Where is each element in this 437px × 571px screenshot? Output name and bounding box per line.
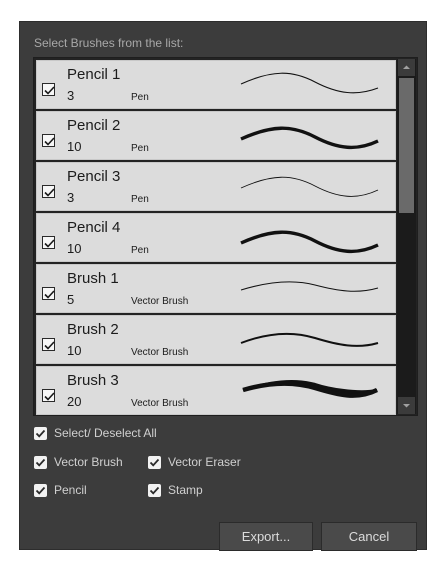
brush-size: 10 — [67, 241, 82, 256]
brush-item-brush-3[interactable]: Brush 3 20 Vector Brush — [36, 366, 396, 415]
brush-type: Vector Brush — [131, 296, 189, 307]
scroll-down-button[interactable] — [398, 397, 415, 414]
stroke-preview — [240, 230, 379, 254]
brush-type: Pen — [131, 245, 149, 256]
brush-list[interactable]: Pencil 1 3 Pen Pencil 2 10 Pen Pencil 3 — [33, 57, 418, 416]
check-icon — [149, 486, 160, 495]
check-icon — [44, 239, 55, 248]
vector-eraser-checkbox[interactable]: Vector Eraser — [148, 455, 258, 471]
brush-item-pencil-3[interactable]: Pencil 3 3 Pen — [36, 162, 396, 211]
brush-size: 10 — [67, 343, 82, 358]
cancel-button[interactable]: Cancel — [321, 522, 417, 551]
pencil-label: Pencil — [54, 483, 87, 497]
stamp-checkbox[interactable]: Stamp — [148, 483, 218, 499]
brush-size: 10 — [67, 139, 82, 154]
brush-type: Vector Brush — [131, 398, 189, 409]
checkbox-box — [34, 484, 47, 497]
brush-type: Pen — [131, 194, 149, 205]
brush-type: Pen — [131, 143, 149, 154]
brush-item-brush-1[interactable]: Brush 1 5 Vector Brush — [36, 264, 396, 313]
brush-size: 5 — [67, 292, 75, 307]
brush-name: Pencil 1 — [67, 66, 121, 83]
brush-name: Pencil 2 — [67, 117, 121, 134]
brush-size: 3 — [67, 190, 75, 205]
brush-item-brush-2[interactable]: Brush 2 10 Vector Brush — [36, 315, 396, 364]
check-icon — [35, 429, 46, 438]
export-brushes-dialog: Select Brushes from the list: Pencil 1 3… — [19, 21, 427, 551]
brush-size: 3 — [67, 88, 75, 103]
check-icon — [44, 392, 55, 401]
stroke-preview — [240, 176, 379, 197]
stroke-preview — [240, 72, 379, 94]
checkbox-box — [34, 456, 47, 469]
select-all-label: Select/ Deselect All — [54, 426, 157, 440]
brush-name: Brush 3 — [67, 372, 119, 389]
brush-checkbox[interactable] — [42, 236, 55, 249]
list-scrollbar[interactable] — [397, 59, 416, 414]
check-icon — [149, 458, 160, 467]
scroll-up-button[interactable] — [398, 59, 415, 76]
brush-checkbox[interactable] — [42, 134, 55, 147]
check-icon — [35, 486, 46, 495]
vector-brush-label: Vector Brush — [54, 455, 123, 469]
brush-type: Vector Brush — [131, 347, 189, 358]
check-icon — [44, 86, 55, 95]
brush-item-pencil-2[interactable]: Pencil 2 10 Pen — [36, 111, 396, 160]
select-all-checkbox[interactable]: Select/ Deselect All — [34, 426, 204, 442]
check-icon — [44, 188, 55, 197]
brush-checkbox[interactable] — [42, 185, 55, 198]
brush-name: Pencil 3 — [67, 168, 121, 185]
brush-size: 20 — [67, 394, 82, 409]
brush-checkbox[interactable] — [42, 83, 55, 96]
checkbox-box — [148, 484, 161, 497]
stroke-preview — [242, 380, 379, 398]
scroll-up-arrow-icon — [403, 65, 410, 69]
pencil-checkbox[interactable]: Pencil — [34, 483, 104, 499]
checkbox-box — [34, 427, 47, 440]
stroke-preview — [240, 126, 379, 150]
check-icon — [44, 341, 55, 350]
brush-name: Brush 2 — [67, 321, 119, 338]
export-button[interactable]: Export... — [219, 522, 313, 551]
brush-checkbox[interactable] — [42, 389, 55, 402]
brush-type: Pen — [131, 92, 149, 103]
brush-name: Pencil 4 — [67, 219, 121, 236]
stamp-label: Stamp — [168, 483, 203, 497]
checkbox-box — [148, 456, 161, 469]
vector-eraser-label: Vector Eraser — [168, 455, 241, 469]
check-icon — [44, 290, 55, 299]
brush-item-pencil-1[interactable]: Pencil 1 3 Pen — [36, 60, 396, 109]
list-header: Select Brushes from the list: — [34, 36, 184, 50]
brush-checkbox[interactable] — [42, 287, 55, 300]
scroll-thumb[interactable] — [399, 78, 414, 213]
scroll-down-arrow-icon — [403, 404, 410, 408]
brush-name: Brush 1 — [67, 270, 119, 287]
check-icon — [35, 458, 46, 467]
brush-item-pencil-4[interactable]: Pencil 4 10 Pen — [36, 213, 396, 262]
check-icon — [44, 137, 55, 146]
stroke-preview — [240, 281, 379, 292]
vector-brush-checkbox[interactable]: Vector Brush — [34, 455, 139, 471]
stroke-preview — [240, 332, 379, 347]
brush-checkbox[interactable] — [42, 338, 55, 351]
